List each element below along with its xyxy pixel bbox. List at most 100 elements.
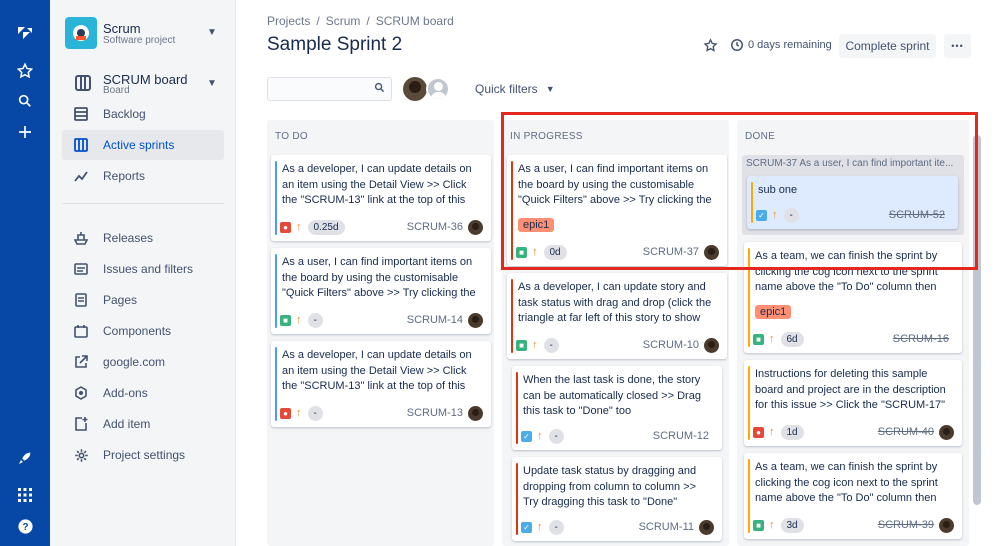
chevron-down-icon[interactable]: ▼ (207, 78, 217, 89)
issue-key[interactable]: SCRUM-39 (878, 519, 934, 531)
status-bar (275, 254, 277, 328)
estimate-badge: - (548, 519, 564, 535)
bug-icon: ● (280, 221, 291, 233)
breadcrumb-scrum[interactable]: Scrum (326, 14, 361, 28)
star-icon[interactable] (703, 38, 718, 56)
sidebar-item-label: Backlog (103, 107, 146, 121)
sidebar-item-pages[interactable]: Pages (62, 285, 224, 315)
issue-key[interactable]: SCRUM-40 (878, 426, 934, 438)
issue-card[interactable]: As a developer, I can update story and t… (507, 273, 727, 359)
assignee-avatar (468, 405, 483, 421)
jira-logo-icon[interactable] (14, 23, 36, 45)
sidebar-item-reports[interactable]: Reports (62, 161, 224, 191)
priority-medium-icon: ↑ (296, 221, 302, 233)
main-content: Projects / Scrum / SCRUM board Sample Sp… (236, 0, 998, 546)
sidebar-item-components[interactable]: Components (62, 316, 224, 346)
search-icon (374, 82, 385, 96)
column-header: TO DO (275, 131, 308, 142)
issue-key[interactable]: SCRUM-12 (653, 430, 709, 442)
assignee-avatar (468, 219, 483, 235)
add-item-icon (72, 415, 90, 433)
breadcrumb-board[interactable]: SCRUM board (376, 14, 454, 28)
issue-card[interactable]: As a team, we can finish the sprint by c… (744, 453, 962, 539)
board-switcher[interactable]: SCRUM board Board ▼ (65, 70, 235, 100)
search-icon[interactable] (14, 90, 36, 112)
issue-key[interactable]: SCRUM-14 (407, 314, 463, 326)
issue-key[interactable]: SCRUM-36 (407, 221, 463, 233)
sidebar-item-label: Components (103, 324, 172, 338)
story-icon: ■ (280, 314, 291, 326)
assignee-avatar (939, 424, 954, 440)
sidebar-item-label: Project settings (103, 448, 186, 462)
priority-medium-icon: ↑ (769, 426, 775, 438)
issue-key[interactable]: SCRUM-13 (407, 407, 463, 419)
sidebar-item-google[interactable]: google.com (62, 347, 224, 377)
app-switcher-icon[interactable] (14, 484, 36, 506)
rocket-icon[interactable] (14, 447, 36, 469)
epic-label[interactable]: epic1 (755, 305, 792, 319)
issue-card[interactable]: As a developer, I can update details on … (271, 341, 491, 427)
more-actions-button[interactable]: ••• (944, 34, 971, 58)
priority-medium-icon: ↑ (537, 430, 543, 442)
complete-sprint-button[interactable]: Complete sprint (839, 34, 936, 58)
estimate-badge: 0.25d (307, 219, 345, 235)
sidebar-item-add-ons[interactable]: Add-ons (62, 378, 224, 408)
priority-medium-icon: ↑ (537, 521, 543, 533)
days-remaining: 0 days remaining (748, 39, 832, 51)
sidebar-item-issues-and-filters[interactable]: Issues and filters (62, 254, 224, 284)
assignee-avatar (699, 519, 714, 535)
sidebar-item-active-sprints[interactable]: Active sprints (62, 130, 224, 160)
sidebar-item-label: Releases (103, 231, 154, 245)
issue-key[interactable]: SCRUM-16 (893, 333, 949, 345)
status-bar (748, 366, 750, 440)
project-name: Scrum (103, 21, 141, 36)
issue-card[interactable]: Instructions for deleting this sample bo… (744, 360, 962, 446)
board-search-input[interactable] (267, 77, 392, 101)
unassigned-avatar[interactable] (426, 77, 450, 101)
card-footer: ■ ↑ 3d SCRUM-39 (753, 517, 954, 533)
reports-icon (72, 167, 90, 185)
issue-card[interactable]: Update task status by dragging and dropp… (512, 457, 722, 541)
sidebar-item-add-item[interactable]: Add item (62, 409, 224, 439)
issue-key[interactable]: SCRUM-11 (639, 521, 694, 533)
project-avatar (65, 17, 97, 49)
star-icon[interactable] (14, 60, 36, 82)
breadcrumb-separator: / (366, 14, 370, 28)
sidebar-item-backlog[interactable]: Backlog (62, 99, 224, 129)
create-plus-icon[interactable] (14, 121, 36, 143)
breadcrumb: Projects / Scrum / SCRUM board (267, 14, 454, 28)
task-icon: ✓ (521, 521, 532, 533)
card-footer: ● ↑ - SCRUM-13 (280, 405, 483, 421)
project-header[interactable]: Scrum Software project ▼ (65, 17, 235, 51)
assignee-avatar (704, 337, 719, 353)
issue-key[interactable]: SCRUM-10 (643, 339, 699, 351)
sidebar-item-label: Active sprints (103, 138, 175, 152)
priority-medium-icon: ↑ (296, 314, 302, 326)
estimate-badge: - (548, 428, 564, 444)
gear-icon (72, 446, 90, 464)
sidebar-item-releases[interactable]: Releases (62, 223, 224, 253)
issue-card[interactable]: As a developer, I can update details on … (271, 155, 491, 241)
card-summary: As a developer, I can update details on … (282, 163, 472, 206)
ship-icon (72, 229, 90, 247)
sidebar-divider (62, 203, 224, 204)
task-icon: ✓ (521, 430, 532, 442)
chevron-down-icon[interactable]: ▼ (207, 27, 217, 38)
issue-card[interactable]: As a user, I can find important items on… (271, 248, 491, 334)
issues-icon (72, 260, 90, 278)
breadcrumb-separator: / (316, 14, 320, 28)
quick-filters-dropdown[interactable]: Quick filters ▼ (475, 82, 555, 96)
issue-card[interactable]: When the last task is done, the story ca… (512, 366, 722, 450)
user-avatar[interactable] (403, 77, 427, 101)
story-icon: ■ (516, 339, 527, 351)
sidebar-item-project-settings[interactable]: Project settings (62, 440, 224, 470)
breadcrumb-projects[interactable]: Projects (267, 14, 310, 28)
bug-icon: ● (753, 426, 764, 438)
external-link-icon (72, 353, 90, 371)
estimate-badge: - (543, 337, 559, 353)
status-bar (748, 459, 750, 533)
sidebar-item-label: Issues and filters (103, 262, 194, 276)
card-summary: As a user, I can find important items on… (282, 256, 476, 299)
quick-filters-label: Quick filters (475, 82, 538, 96)
help-icon[interactable]: ? (14, 515, 36, 537)
